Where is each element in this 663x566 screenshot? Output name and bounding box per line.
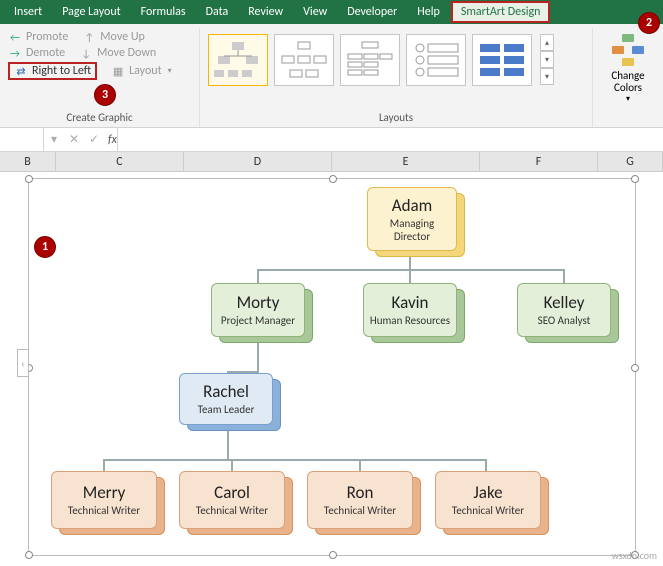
- layout-thumb-icon: [478, 40, 526, 80]
- col-D[interactable]: D: [184, 152, 332, 171]
- formula-bar: ▾ ✕ ✓ fx: [0, 128, 663, 152]
- layout-thumb-icon: [412, 40, 460, 80]
- right-to-left-button[interactable]: ⇄ Right to Left: [8, 62, 97, 80]
- move-down-icon: ↓: [79, 46, 93, 60]
- layout-icon: ▦: [111, 64, 125, 78]
- tab-help[interactable]: Help: [407, 1, 450, 23]
- node-role: Team Leader: [198, 404, 255, 416]
- promote-button[interactable]: ←Promote: [8, 30, 68, 44]
- node-name: Kelley: [544, 292, 585, 313]
- col-C[interactable]: C: [56, 152, 184, 171]
- move-up-icon: ↑: [82, 30, 96, 44]
- layouts-label: Layouts: [208, 108, 584, 127]
- change-colors-button[interactable]: Change Colors ▾: [601, 30, 655, 108]
- col-G[interactable]: G: [598, 152, 663, 171]
- layout-thumb-icon: [214, 40, 262, 80]
- node-role: Project Manager: [221, 315, 295, 327]
- node-name: Jake: [473, 482, 502, 503]
- tab-review[interactable]: Review: [238, 1, 293, 23]
- name-box-dropdown[interactable]: ▾: [44, 128, 64, 151]
- node-name: Kavin: [392, 292, 429, 313]
- layout-option-2[interactable]: [274, 34, 334, 86]
- layout-button[interactable]: ▦Layout▾: [111, 62, 172, 80]
- col-F[interactable]: F: [480, 152, 598, 171]
- node-name: Morty: [237, 292, 280, 313]
- layouts-scroll-down[interactable]: ▾: [540, 51, 554, 68]
- callout-2: 2: [638, 12, 660, 34]
- org-node-adam[interactable]: Adam Managing Director: [367, 187, 457, 251]
- org-node-kelley[interactable]: Kelley SEO Analyst: [517, 283, 611, 337]
- org-node-ron[interactable]: Ron Technical Writer: [307, 471, 413, 529]
- org-chart: Adam Managing Director Morty Project Man…: [29, 179, 635, 555]
- change-colors-icon: [610, 34, 646, 70]
- org-node-rachel[interactable]: Rachel Team Leader: [179, 373, 273, 425]
- tab-data[interactable]: Data: [196, 1, 239, 23]
- node-role: Technical Writer: [324, 505, 396, 517]
- col-B[interactable]: B: [0, 152, 56, 171]
- tab-insert[interactable]: Insert: [4, 1, 52, 23]
- layout-option-5[interactable]: [472, 34, 532, 86]
- org-node-morty[interactable]: Morty Project Manager: [211, 283, 305, 337]
- node-name: Merry: [83, 482, 126, 503]
- promote-icon: ←: [8, 30, 22, 44]
- node-name: Ron: [347, 482, 374, 503]
- smartart-selection-frame[interactable]: ‹ Adam Managing Director: [28, 178, 636, 556]
- org-node-merry[interactable]: Merry Technical Writer: [51, 471, 157, 529]
- layout-option-4[interactable]: [406, 34, 466, 86]
- worksheet-canvas[interactable]: ‹ Adam Managing Director: [0, 172, 663, 566]
- create-graphic-label: Create Graphic: [8, 108, 191, 127]
- tab-smartart-design[interactable]: SmartArt Design: [451, 1, 551, 23]
- callout-1: 1: [34, 236, 56, 258]
- node-role: Human Resources: [370, 315, 450, 327]
- node-name: Adam: [392, 195, 433, 216]
- layout-option-3[interactable]: [340, 34, 400, 86]
- chevron-down-icon: ▾: [168, 66, 172, 76]
- node-role: Technical Writer: [452, 505, 524, 517]
- enter-formula-icon[interactable]: ✓: [84, 128, 104, 151]
- layouts-scroll-up[interactable]: ▴: [540, 34, 554, 51]
- cancel-formula-icon[interactable]: ✕: [64, 128, 84, 151]
- text-pane-toggle[interactable]: ‹: [17, 349, 29, 377]
- tab-developer[interactable]: Developer: [337, 1, 407, 23]
- ribbon: ←Promote ↑Move Up →Demote ↓Move Down ⇄ R…: [0, 24, 663, 128]
- chevron-down-icon: ▾: [626, 94, 630, 104]
- group-create-graphic: ←Promote ↑Move Up →Demote ↓Move Down ⇄ R…: [0, 28, 200, 127]
- move-up-button[interactable]: ↑Move Up: [82, 30, 145, 44]
- group-layouts: ▴ ▾ ▾ Layouts: [200, 28, 593, 127]
- demote-icon: →: [8, 46, 22, 60]
- org-node-kavin[interactable]: Kavin Human Resources: [363, 283, 457, 337]
- tab-page-layout[interactable]: Page Layout: [52, 1, 130, 23]
- layout-option-1[interactable]: [208, 34, 268, 86]
- callout-3: 3: [94, 84, 116, 106]
- col-E[interactable]: E: [332, 152, 480, 171]
- layout-thumb-icon: [346, 40, 394, 80]
- node-role: Managing Director: [372, 218, 452, 242]
- org-node-carol[interactable]: Carol Technical Writer: [179, 471, 285, 529]
- layout-thumb-icon: [280, 40, 328, 80]
- node-role: Technical Writer: [196, 505, 268, 517]
- watermark: wsxdn.com: [612, 549, 657, 562]
- layouts-more[interactable]: ▾: [540, 68, 554, 85]
- node-role: Technical Writer: [68, 505, 140, 517]
- ribbon-tabs: Insert Page Layout Formulas Data Review …: [0, 0, 663, 24]
- node-name: Rachel: [203, 381, 249, 402]
- column-headers: B C D E F G: [0, 152, 663, 172]
- node-role: SEO Analyst: [538, 315, 591, 327]
- group-change-colors: Change Colors ▾: [593, 28, 663, 127]
- tab-formulas[interactable]: Formulas: [131, 1, 196, 23]
- tab-view[interactable]: View: [293, 1, 337, 23]
- formula-input[interactable]: [117, 128, 663, 151]
- name-box[interactable]: [0, 128, 44, 151]
- org-node-jake[interactable]: Jake Technical Writer: [435, 471, 541, 529]
- move-down-button[interactable]: ↓Move Down: [79, 46, 156, 60]
- fx-label[interactable]: fx: [104, 133, 117, 147]
- node-name: Carol: [214, 482, 250, 503]
- right-to-left-icon: ⇄: [14, 64, 28, 78]
- demote-button[interactable]: →Demote: [8, 46, 65, 60]
